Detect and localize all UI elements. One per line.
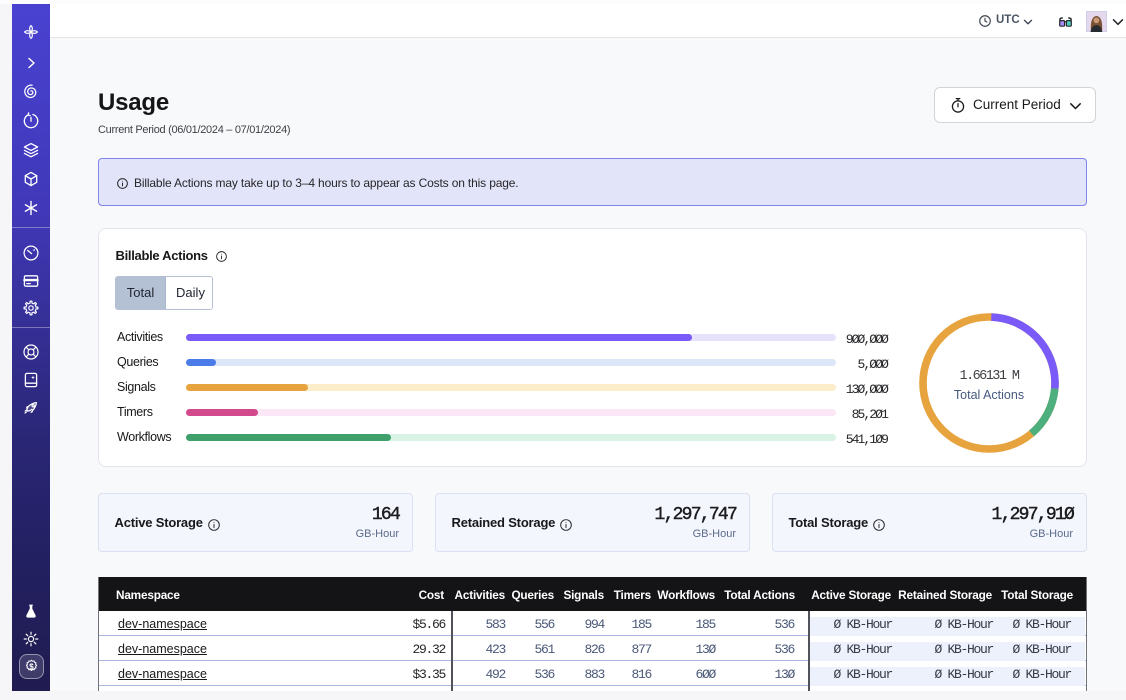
svg-text:$: $ xyxy=(29,663,34,672)
